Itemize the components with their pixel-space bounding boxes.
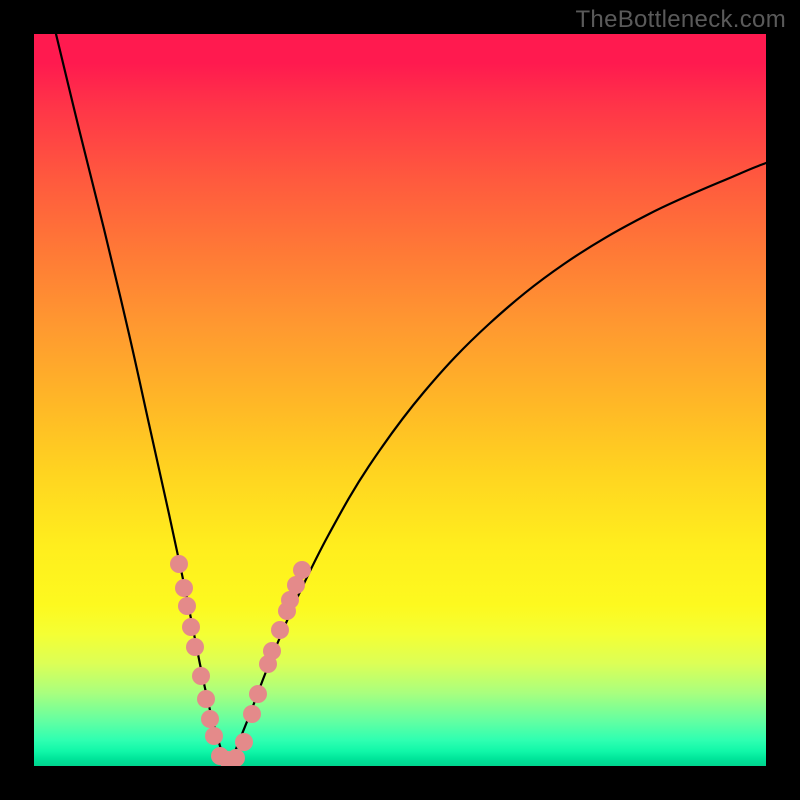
chart-frame: TheBottleneck.com (0, 0, 800, 800)
data-point (271, 621, 289, 639)
data-point (243, 705, 261, 723)
curve-right-branch (232, 163, 766, 759)
chart-overlay (34, 34, 766, 766)
data-point (293, 561, 311, 579)
data-points-group (170, 555, 311, 766)
data-point (175, 579, 193, 597)
data-point (201, 710, 219, 728)
data-point (205, 727, 223, 745)
data-point (249, 685, 267, 703)
plot-area (34, 34, 766, 766)
data-point (186, 638, 204, 656)
data-point (263, 642, 281, 660)
data-point (235, 733, 253, 751)
data-point (197, 690, 215, 708)
data-point (170, 555, 188, 573)
data-point (192, 667, 210, 685)
data-point (182, 618, 200, 636)
watermark-text: TheBottleneck.com (575, 6, 786, 34)
data-point (178, 597, 196, 615)
